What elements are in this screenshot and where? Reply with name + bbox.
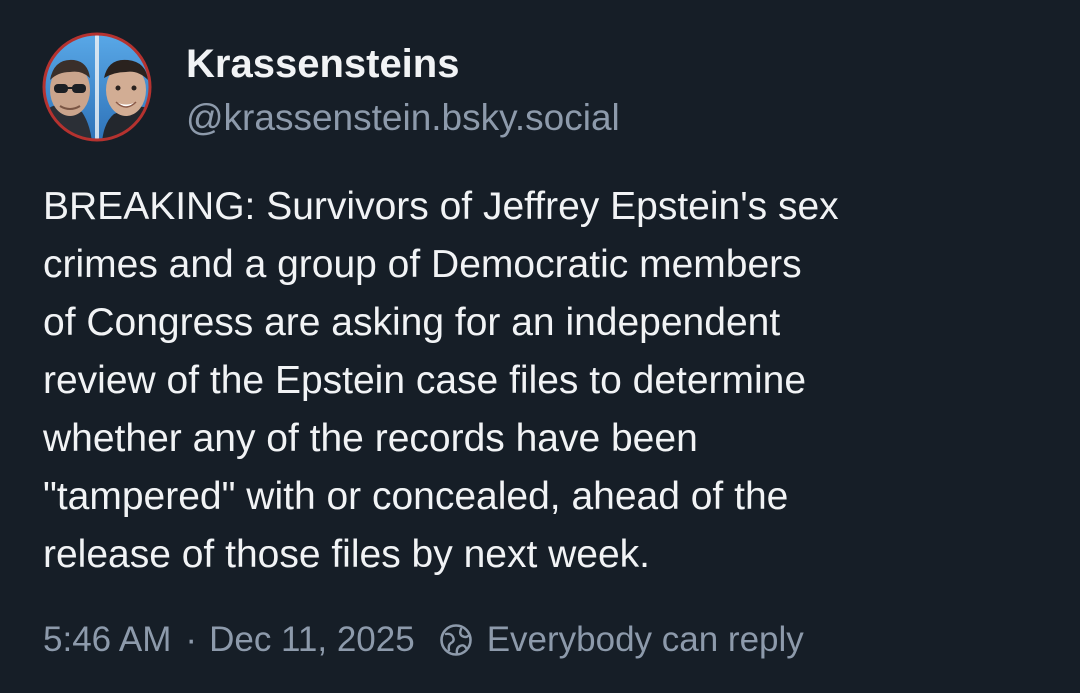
post-text-line: of Congress are asking for an independen…	[43, 301, 781, 344]
twin-portrait-avatar-icon	[42, 32, 152, 142]
post-text-line: whether any of the records have been	[43, 417, 698, 460]
post-card: Krassensteins @krassenstein.bsky.social …	[0, 0, 1080, 693]
post-text-line: release of those files by next week.	[43, 533, 650, 576]
post-text-line: "tampered" with or concealed, ahead of t…	[43, 475, 789, 518]
post-text-line: BREAKING: Survivors of Jeffrey Epstein's…	[43, 185, 839, 228]
meta-separator: ·	[185, 620, 198, 659]
post-time[interactable]: 5:46 AM	[43, 620, 171, 660]
author-handle[interactable]: @krassenstein.bsky.social	[186, 95, 620, 141]
reply-setting-button[interactable]: Everybody can reply	[439, 620, 804, 660]
post-text-line: crimes and a group of Democratic members	[43, 243, 802, 286]
post-text: BREAKING: Survivors of Jeffrey Epstein's…	[43, 178, 1053, 584]
post-text-line: review of the Epstein case files to dete…	[43, 359, 807, 402]
globe-icon	[439, 624, 472, 656]
reply-setting-label: Everybody can reply	[486, 620, 804, 659]
author-avatar[interactable]	[42, 32, 152, 142]
author-display-name[interactable]: Krassensteins	[186, 40, 459, 88]
post-date[interactable]: Dec 11, 2025	[209, 620, 415, 660]
post-meta: 5:46 AM · Dec 11, 2025 Everybody can rep…	[43, 616, 804, 664]
